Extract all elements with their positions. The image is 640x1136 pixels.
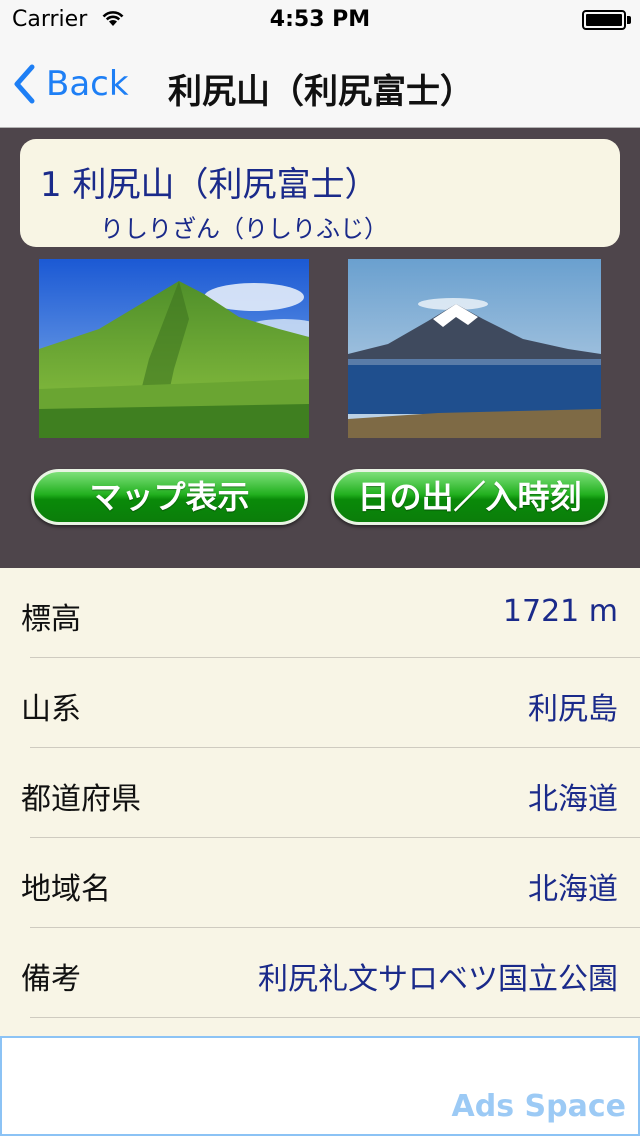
battery-icon — [582, 10, 626, 30]
detail-value: 利尻島 — [528, 692, 618, 727]
mountain-reading: りしりざん（りしりふじ） — [100, 215, 388, 243]
ads-banner[interactable]: Ads Space — [0, 1036, 640, 1136]
chevron-left-icon — [14, 64, 35, 104]
detail-label: 標高 — [21, 602, 81, 637]
navigation-bar: Back 利尻山（利尻富士） — [0, 40, 640, 128]
detail-value: 利尻礼文サロベツ国立公園 — [258, 962, 618, 997]
detail-row-notes: 備考 利尻礼文サロベツ国立公園 — [0, 928, 640, 1018]
detail-value: 北海道 — [528, 872, 618, 907]
detail-label: 地域名 — [21, 872, 111, 907]
mountain-title-card: 1 利尻山（利尻富士） りしりざん（りしりふじ） — [20, 139, 620, 247]
mountain-header-panel: 1 利尻山（利尻富士） りしりざん（りしりふじ） マップ表示 日の出／入時刻 — [0, 128, 640, 568]
detail-value: 1721 m — [502, 594, 618, 629]
detail-label: 山系 — [21, 692, 81, 727]
back-label: Back — [46, 64, 129, 104]
show-map-button[interactable]: マップ表示 — [31, 469, 308, 525]
page-title: 利尻山（利尻富士） — [168, 72, 474, 112]
detail-row-prefecture: 都道府県 北海道 — [0, 748, 640, 838]
status-bar: Carrier 4:53 PM — [0, 0, 640, 40]
back-button[interactable]: Back — [12, 60, 129, 108]
mountain-name: 1 利尻山（利尻富士） — [40, 165, 379, 205]
detail-value: 北海道 — [528, 782, 618, 817]
detail-row-region: 地域名 北海道 — [0, 838, 640, 928]
battery-tip — [627, 16, 631, 24]
detail-row-range: 山系 利尻島 — [0, 658, 640, 748]
mountain-photo-sea[interactable] — [348, 259, 601, 438]
details-list: 標高 1721 m 山系 利尻島 都道府県 北海道 地域名 北海道 備考 利尻礼… — [0, 568, 640, 1018]
detail-label: 都道府県 — [21, 782, 141, 817]
mountain-photo-green[interactable] — [39, 259, 309, 438]
divider — [30, 1017, 640, 1018]
clock: 4:53 PM — [269, 7, 371, 32]
sunrise-sunset-button[interactable]: 日の出／入時刻 — [331, 469, 608, 525]
detail-row-elevation: 標高 1721 m — [0, 568, 640, 658]
ads-label: Ads Space — [451, 1089, 626, 1124]
detail-label: 備考 — [21, 962, 81, 997]
